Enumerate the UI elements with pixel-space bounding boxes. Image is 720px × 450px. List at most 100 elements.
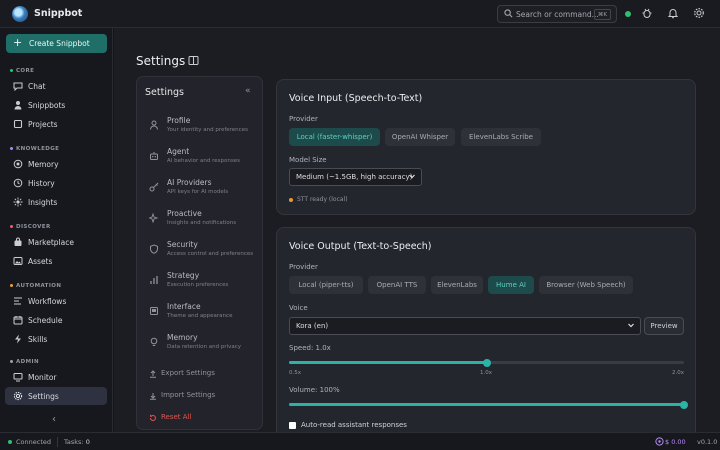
settings-nav-title: Settings: [145, 87, 184, 98]
sidebar-item-label: Settings: [28, 392, 59, 401]
bar-chart-icon: [150, 276, 158, 284]
sidebar-item-label: Skills: [28, 335, 48, 344]
voice-output-card: Voice Output (Text-to-Speech) Provider L…: [276, 227, 696, 432]
settings-nav-item-agent[interactable]: Agent AI behavior and responses: [143, 146, 257, 172]
book-icon[interactable]: [188, 55, 199, 66]
stt-status: STT ready (local): [289, 196, 348, 203]
bug-icon[interactable]: [641, 7, 653, 19]
settings-nav-item-desc: Your identity and preferences: [167, 127, 248, 133]
sidebar-item-projects[interactable]: Projects: [5, 115, 107, 133]
bag-icon: [14, 237, 22, 246]
settings-nav-item-profile[interactable]: Profile Your identity and preferences: [143, 115, 257, 141]
sidebar-item-workflows[interactable]: Workflows: [5, 292, 107, 310]
sidebar-item-label: Insights: [28, 198, 58, 207]
sidebar-item-snippbots[interactable]: Snippbots: [5, 96, 107, 114]
sidebar-item-skills[interactable]: Skills: [5, 330, 107, 348]
voice-select[interactable]: Kora (en): [289, 317, 641, 335]
collapse-settings-nav-icon[interactable]: «: [245, 86, 251, 96]
model-size-value: Medium (~1.5GB, high accuracy): [296, 173, 413, 181]
settings-nav-item-desc: Execution preferences: [167, 282, 229, 288]
sidebar-item-assets[interactable]: Assets: [5, 252, 107, 270]
sidebar-item-label: Marketplace: [28, 238, 74, 247]
sidebar-item-insights[interactable]: Insights: [5, 193, 107, 211]
robot-icon: [150, 152, 158, 160]
auto-read-checkbox[interactable]: [289, 422, 296, 429]
sidebar-item-settings[interactable]: Settings: [5, 387, 107, 405]
speed-slider[interactable]: [289, 358, 684, 367]
tts-provider-browser[interactable]: Browser (Web Speech): [539, 276, 633, 294]
settings-nav-item-ai-providers[interactable]: AI Providers API keys for AI models: [143, 177, 257, 203]
search-icon: [504, 9, 513, 18]
connection-status-icon: [8, 440, 12, 444]
voice-value: Kora (en): [296, 322, 329, 330]
model-size-select[interactable]: Medium (~1.5GB, high accuracy): [289, 168, 422, 186]
settings-nav-item-desc: API keys for AI models: [167, 189, 229, 195]
volume-slider-knob[interactable]: [680, 400, 688, 409]
section-discover: DISCOVER: [10, 224, 51, 230]
user-icon: [14, 101, 22, 110]
settings-nav-item-security[interactable]: Security Access control and preferences: [143, 239, 257, 265]
speed-tick-max: 2.0x: [672, 370, 685, 376]
status-bar: Connected Tasks: 0 $ 0.00 v0.1.0: [0, 432, 720, 450]
settings-nav-item-name: AI Providers: [167, 178, 212, 187]
tts-provider-elevenlabs[interactable]: ElevenLabs: [431, 276, 483, 294]
sidebar-item-memory[interactable]: Memory: [5, 155, 107, 173]
tts-provider-openai[interactable]: OpenAI TTS: [368, 276, 426, 294]
search-placeholder: Search or command...: [516, 10, 599, 19]
bell-icon[interactable]: [667, 7, 679, 19]
image-icon: [13, 257, 23, 265]
settings-gear-icon[interactable]: [693, 7, 705, 19]
sparkle-icon: [13, 197, 23, 207]
stt-provider-openai[interactable]: OpenAI Whisper: [385, 128, 455, 146]
chevron-down-icon: [628, 323, 634, 328]
upload-icon: [150, 370, 156, 378]
monitor-icon: [13, 373, 23, 382]
voice-input-title: Voice Input (Speech-to-Text): [289, 93, 423, 104]
sidebar-item-marketplace[interactable]: Marketplace: [5, 233, 107, 251]
memory-icon: [13, 159, 23, 169]
palette-icon: [150, 307, 158, 315]
sidebar-item-history[interactable]: History: [5, 174, 107, 192]
stt-provider-local[interactable]: Local (faster-whisper): [289, 128, 380, 146]
collapse-sidebar-icon[interactable]: ‹: [52, 414, 56, 425]
app-title: Snippbot: [34, 8, 83, 19]
section-core: CORE: [10, 68, 34, 74]
settings-nav-item-interface[interactable]: Interface Theme and appearance: [143, 301, 257, 327]
preview-button[interactable]: Preview: [644, 317, 684, 335]
sidebar-item-chat[interactable]: Chat: [5, 77, 107, 95]
cost-display: $ 0.00: [665, 438, 686, 446]
speed-label: Speed: 1.0x: [289, 344, 331, 352]
sidebar-item-schedule[interactable]: Schedule: [5, 311, 107, 329]
settings-nav-item-memory[interactable]: Memory Data retention and privacy: [143, 332, 257, 358]
settings-nav-item-name: Agent: [167, 147, 190, 156]
sidebar-item-monitor[interactable]: Monitor: [5, 368, 107, 386]
search-input[interactable]: Search or command... ⌘K: [497, 5, 617, 23]
tts-provider-local[interactable]: Local (piper-tts): [289, 276, 363, 294]
settings-nav-item-strategy[interactable]: Strategy Execution preferences: [143, 270, 257, 296]
section-knowledge: KNOWLEDGE: [10, 146, 59, 152]
search-shortcut: ⌘K: [593, 9, 611, 20]
reset-icon: [150, 414, 156, 421]
auto-read-label: Auto-read assistant responses: [301, 421, 407, 429]
volume-slider[interactable]: [289, 400, 688, 409]
sidebar-item-label: Memory: [28, 160, 59, 169]
export-settings-label: Export Settings: [161, 369, 215, 377]
settings-nav-item-name: Profile: [167, 116, 191, 125]
tts-provider-hume[interactable]: Hume AI: [488, 276, 534, 294]
chat-icon: [13, 82, 23, 91]
stt-provider-elevenlabs[interactable]: ElevenLabs Scribe: [461, 128, 541, 146]
speed-slider-knob[interactable]: [482, 358, 491, 367]
import-settings-label: Import Settings: [161, 391, 216, 399]
voice-output-title: Voice Output (Text-to-Speech): [289, 241, 432, 252]
settings-nav-item-name: Security: [167, 240, 198, 249]
settings-nav-item-desc: Theme and appearance: [167, 313, 233, 319]
status-dot-icon: [289, 197, 293, 202]
user-icon: [150, 120, 158, 130]
connection-status: Connected: [16, 438, 52, 446]
settings-nav-item-proactive[interactable]: Proactive Insights and notifications: [143, 208, 257, 234]
speed-slider-fill: [289, 361, 487, 364]
square-icon: [13, 119, 23, 129]
create-snippbot-button[interactable]: + Create Snippbot: [6, 34, 107, 53]
app-logo: [12, 6, 28, 22]
status-indicator: [625, 11, 631, 17]
